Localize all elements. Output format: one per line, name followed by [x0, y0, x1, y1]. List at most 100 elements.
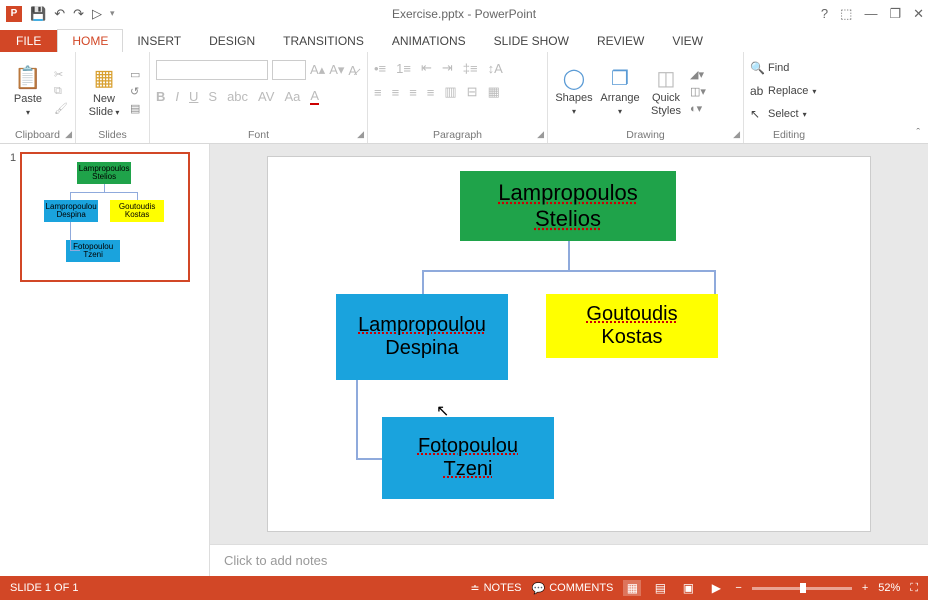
change-case-button[interactable]: Aa	[284, 89, 300, 104]
new-slide-icon: ▦	[94, 65, 115, 91]
justify-button[interactable]: ≡	[427, 85, 435, 100]
org-right-box[interactable]: GoutoudisKostas	[546, 294, 718, 358]
align-text-button[interactable]: ⊟	[467, 84, 478, 100]
quick-styles-button[interactable]: ◫ Quick Styles	[646, 59, 686, 125]
ribbon-group-paragraph: •≡ 1≡ ⇤ ⇥ ‡≡ ↕A ≡ ≡ ≡ ≡ ▥ ⊟ ▦ Paragraph …	[368, 52, 548, 143]
arrange-button[interactable]: ❐ Arrange ▾	[598, 59, 642, 125]
align-right-button[interactable]: ≡	[409, 85, 417, 100]
find-button[interactable]: 🔍Find	[750, 58, 789, 78]
zoom-thumb[interactable]	[800, 583, 806, 593]
org-root-box[interactable]: LampropoulosStelios	[460, 171, 676, 241]
paste-button[interactable]: 📋 Paste▾	[6, 59, 50, 125]
bullets-button[interactable]: •≡	[374, 61, 386, 76]
reset-button[interactable]: ↺	[130, 85, 140, 98]
connector	[422, 270, 716, 272]
help-button[interactable]: ?	[821, 6, 828, 22]
zoom-in-button[interactable]: +	[862, 582, 868, 594]
notes-pane[interactable]: Click to add notes	[210, 544, 928, 576]
bold-button[interactable]: B	[156, 89, 165, 104]
paragraph-dialog-launcher[interactable]: ◢	[537, 129, 544, 140]
strikethrough-button[interactable]: S	[208, 89, 217, 104]
zoom-level-label[interactable]: 52%	[878, 582, 900, 594]
slide-thumbnail-1[interactable]: LampropoulosStelios LampropoulouDespina …	[20, 152, 190, 282]
font-color-button[interactable]: A	[310, 88, 319, 105]
status-comments-button[interactable]: 💬 COMMENTS	[532, 582, 614, 595]
shape-effects-button[interactable]: ◐▾	[690, 102, 706, 115]
tab-animations[interactable]: ANIMATIONS	[378, 30, 480, 52]
char-spacing-button[interactable]: AV	[258, 89, 274, 104]
ribbon-group-clipboard: 📋 Paste▾ ✂ ⧉ 🖌 Clipboard ◢	[0, 52, 76, 143]
quick-styles-icon: ◫	[654, 66, 678, 90]
qat-redo-icon[interactable]: ↷	[73, 6, 84, 22]
thumbnail-number: 1	[10, 152, 16, 568]
align-center-button[interactable]: ≡	[392, 85, 400, 100]
zoom-out-button[interactable]: −	[735, 582, 741, 594]
tab-insert[interactable]: INSERT	[123, 30, 195, 52]
tab-review[interactable]: REVIEW	[583, 30, 658, 52]
columns-button[interactable]: ▥	[444, 84, 456, 100]
decrease-indent-button[interactable]: ⇤	[421, 60, 432, 76]
align-left-button[interactable]: ≡	[374, 85, 382, 100]
fit-to-window-button[interactable]: ⛶	[910, 582, 918, 595]
title-bar: P 💾 ↶ ↷ ▷ ▾ Exercise.pptx - PowerPoint ?…	[0, 0, 928, 28]
minimize-button[interactable]: —	[864, 6, 877, 22]
zoom-slider[interactable]	[752, 587, 852, 590]
org-left-box[interactable]: LampropoulouDespina	[336, 294, 508, 380]
text-direction-button[interactable]: ↕A	[488, 61, 503, 76]
format-painter-button[interactable]: 🖌	[54, 102, 68, 115]
group-label: Slides	[82, 127, 143, 141]
tab-view[interactable]: VIEW	[658, 30, 717, 52]
org-child-box[interactable]: FotopoulouTzeni	[382, 417, 554, 499]
cut-button[interactable]: ✂	[54, 68, 68, 81]
grow-font-button[interactable]: A▴	[310, 62, 325, 78]
layout-button[interactable]: ▭	[130, 68, 140, 81]
shapes-button[interactable]: ◯ Shapes ▾	[554, 59, 594, 125]
drawing-dialog-launcher[interactable]: ◢	[733, 129, 740, 140]
status-notes-button[interactable]: ≐ NOTES	[470, 582, 521, 595]
qat-start-slideshow-icon[interactable]: ▷	[92, 6, 102, 22]
view-slideshow-button[interactable]: ▶	[707, 580, 725, 596]
slide-area[interactable]: LampropoulosStelios LampropoulouDespina …	[210, 144, 928, 544]
ribbon-tabs: FILE HOME INSERT DESIGN TRANSITIONS ANIM…	[0, 28, 928, 52]
view-sorter-button[interactable]: ▤	[651, 580, 669, 596]
ribbon-display-button[interactable]: ⬚	[840, 6, 852, 22]
shadow-button[interactable]: abc	[227, 89, 248, 104]
font-family-select[interactable]	[156, 60, 268, 80]
tab-slideshow[interactable]: SLIDE SHOW	[480, 30, 583, 52]
tab-home[interactable]: HOME	[57, 29, 123, 52]
copy-button[interactable]: ⧉	[54, 85, 68, 98]
view-reading-button[interactable]: ▣	[679, 580, 697, 596]
shrink-font-button[interactable]: A▾	[329, 62, 344, 78]
tab-transitions[interactable]: TRANSITIONS	[269, 30, 378, 52]
tab-file[interactable]: FILE	[0, 30, 57, 52]
close-button[interactable]: ✕	[913, 6, 924, 22]
slide-thumbnail-panel[interactable]: 1 LampropoulosStelios LampropoulouDespin…	[0, 144, 210, 576]
font-dialog-launcher[interactable]: ◢	[357, 129, 364, 140]
slide-canvas[interactable]: LampropoulosStelios LampropoulouDespina …	[267, 156, 871, 532]
smartart-button[interactable]: ▦	[488, 84, 500, 100]
connector	[568, 240, 570, 270]
clipboard-icon: 📋	[14, 65, 41, 91]
tab-design[interactable]: DESIGN	[195, 30, 269, 52]
clipboard-dialog-launcher[interactable]: ◢	[65, 129, 72, 140]
slide-stage: LampropoulosStelios LampropoulouDespina …	[210, 144, 928, 576]
line-spacing-button[interactable]: ‡≡	[463, 61, 478, 76]
view-normal-button[interactable]: ▦	[623, 580, 641, 596]
section-button[interactable]: ▤	[130, 102, 140, 115]
new-slide-button[interactable]: ▦ New Slide ▾	[82, 59, 126, 125]
collapse-ribbon-button[interactable]: ˆ	[916, 127, 920, 139]
qat-save-icon[interactable]: 💾	[30, 6, 46, 22]
italic-button[interactable]: I	[175, 89, 179, 104]
numbering-button[interactable]: 1≡	[396, 61, 411, 76]
restore-button[interactable]: ❐	[889, 6, 901, 22]
qat-customize-icon[interactable]: ▾	[110, 8, 115, 19]
shape-fill-button[interactable]: ◢▾	[690, 68, 706, 81]
qat-undo-icon[interactable]: ↶	[54, 6, 65, 22]
underline-button[interactable]: U	[189, 89, 198, 104]
font-size-select[interactable]	[272, 60, 306, 80]
shape-outline-button[interactable]: ◫▾	[690, 85, 706, 98]
increase-indent-button[interactable]: ⇥	[442, 60, 453, 76]
clear-formatting-button[interactable]: A̷	[348, 63, 357, 78]
select-button[interactable]: ↖Select ▾	[750, 104, 807, 124]
replace-button[interactable]: abReplace ▾	[750, 81, 816, 101]
